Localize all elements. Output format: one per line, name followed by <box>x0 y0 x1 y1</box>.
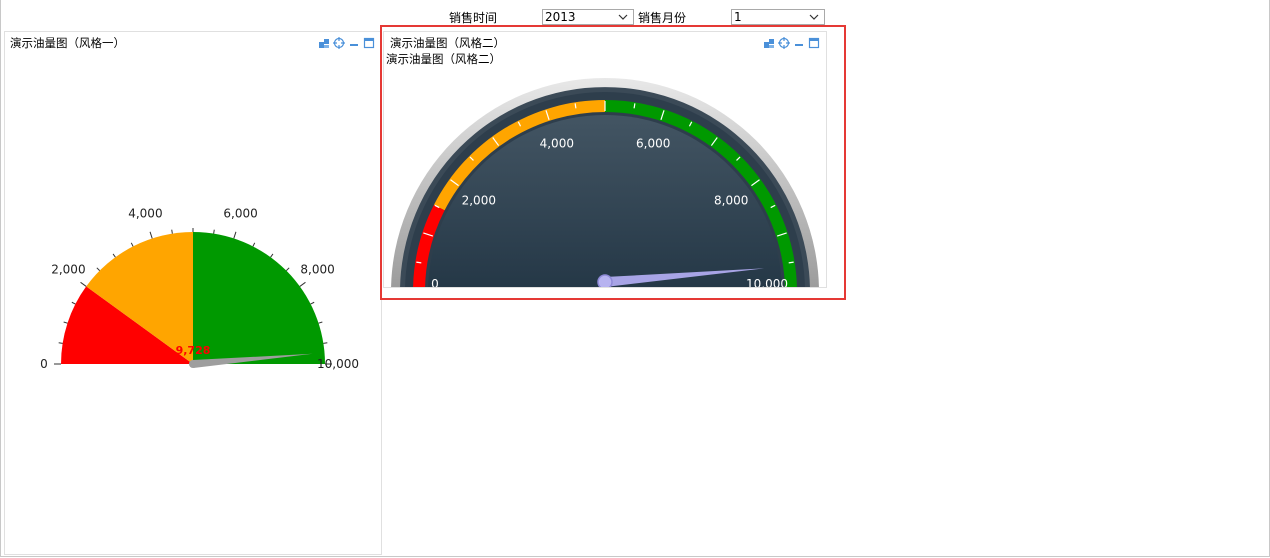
gauge-panel-style-one: 演示油量图（风格一） 0 2,000 4,000 6,000 8,000 10,000 9,… <box>4 31 382 555</box>
gauge-tick <box>416 261 422 264</box>
gauge-tick-label: 0 <box>431 277 439 288</box>
gauge-tick <box>112 253 116 258</box>
gauge-tick <box>171 229 173 234</box>
minimize-icon[interactable] <box>793 37 805 49</box>
minimize-icon[interactable] <box>348 37 360 49</box>
gauge-tick <box>633 103 636 109</box>
gauge-needle-pivot <box>189 360 197 368</box>
panel-title: 演示油量图（风格二） <box>390 36 505 50</box>
gauge-tick <box>270 253 274 258</box>
gauge-tick-label: 2,000 <box>51 262 85 276</box>
gauge-tick <box>788 261 794 264</box>
gauge-value-label: 9,728 <box>176 344 211 357</box>
gauge-tick <box>96 267 101 272</box>
export-icon[interactable] <box>763 37 775 49</box>
gauge-tick-label: 2,000 <box>462 193 496 207</box>
gauge-tick-label: 8,000 <box>300 262 334 276</box>
sales-month-select[interactable]: 1 <box>731 9 825 25</box>
gauge-tick <box>574 103 577 109</box>
gauge-tick <box>318 321 323 324</box>
locate-icon[interactable] <box>333 37 345 49</box>
gauge-tick <box>58 342 63 344</box>
chevron-down-icon <box>618 14 628 20</box>
export-icon[interactable] <box>318 37 330 49</box>
gauge-tick <box>233 231 237 239</box>
gauge-band-2 <box>193 232 325 364</box>
gauge-tick-label: 4,000 <box>540 137 574 151</box>
sales-month-label: 销售月份 <box>638 11 687 25</box>
gauge-tick-label: 6,000 <box>223 207 257 221</box>
maximize-icon[interactable] <box>808 37 820 49</box>
gauge-tick <box>285 267 290 272</box>
gauge-tick <box>63 321 68 324</box>
sales-time-label: 销售时间 <box>449 11 498 25</box>
gauge-chart-style-two: 0 2,000 4,000 6,000 8,000 10,000 <box>391 78 819 288</box>
sales-time-value: 2013 <box>545 10 576 24</box>
gauge-tick <box>299 281 306 287</box>
gauge-tick <box>252 242 256 247</box>
gauge-tick <box>80 281 87 287</box>
gauge-tick-label: 6,000 <box>636 137 670 151</box>
gauge-tick <box>310 301 315 305</box>
gauge-tick-label: 10,000 <box>317 357 359 371</box>
panel-title: 演示油量图（风格一） <box>10 36 125 50</box>
gauge-tick-label: 8,000 <box>714 193 748 207</box>
gauge-chart-style-one: 0 2,000 4,000 6,000 8,000 10,000 9,728 <box>40 207 359 371</box>
sales-month-value: 1 <box>734 10 742 24</box>
gauge-tick <box>213 229 215 234</box>
gauge-tick <box>71 301 76 305</box>
panel-toolbar <box>763 36 820 50</box>
panel-toolbar <box>318 36 375 50</box>
chart-title: 演示油量图（风格二） <box>386 52 501 66</box>
gauge-panel-style-two: 演示油量图（风格二） 演示油量图（风格二） 0 2,000 4,000 6,000 8,… <box>383 31 827 288</box>
chevron-down-icon <box>809 14 819 20</box>
gauge-tick-label: 10,000 <box>746 277 788 288</box>
sales-time-select[interactable]: 2013 <box>542 9 634 25</box>
maximize-icon[interactable] <box>363 37 375 49</box>
gauge-dial: 0 2,000 4,000 6,000 8,000 10,000 <box>391 78 819 288</box>
locate-icon[interactable] <box>778 37 790 49</box>
gauge-tick <box>323 342 328 344</box>
gauge-needle-pivot <box>597 274 613 287</box>
gauge-tick <box>149 231 153 239</box>
gauge-tick-label: 4,000 <box>128 207 162 221</box>
gauge-tick-label: 0 <box>40 357 48 371</box>
gauge-tick <box>130 242 134 247</box>
